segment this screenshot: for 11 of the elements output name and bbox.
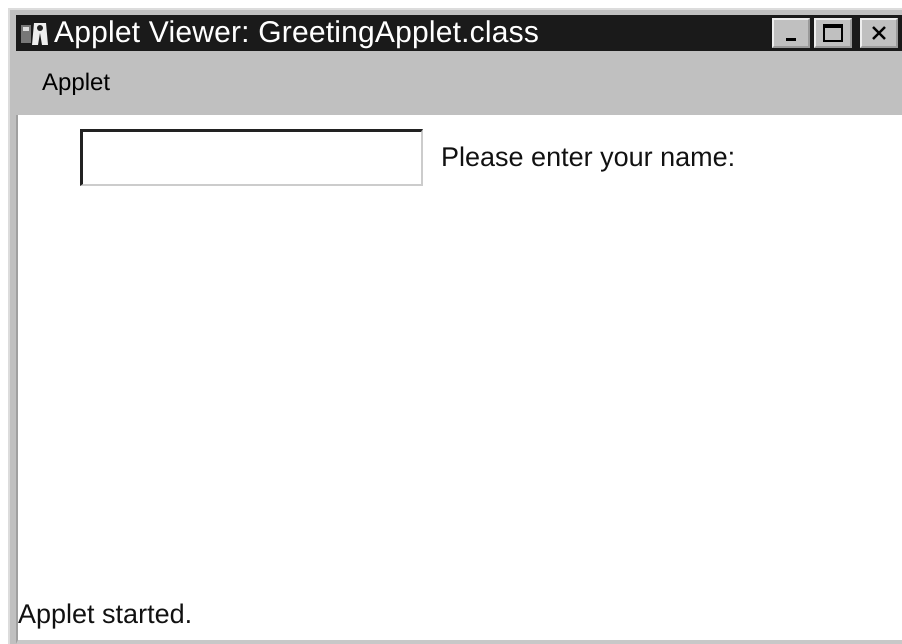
minimize-button[interactable] <box>772 18 810 48</box>
minimize-icon <box>786 38 796 40</box>
close-icon <box>870 24 888 42</box>
name-prompt: Please enter your name: <box>441 142 736 172</box>
window-title: Applet Viewer: GreetingApplet.class <box>54 16 540 50</box>
status-text: Applet started. <box>18 599 194 631</box>
maximize-button[interactable] <box>814 18 852 48</box>
name-field[interactable] <box>80 129 423 186</box>
close-button[interactable] <box>860 18 898 48</box>
maximize-icon <box>822 23 844 43</box>
menu-item[interactable]: Applet <box>36 69 116 97</box>
